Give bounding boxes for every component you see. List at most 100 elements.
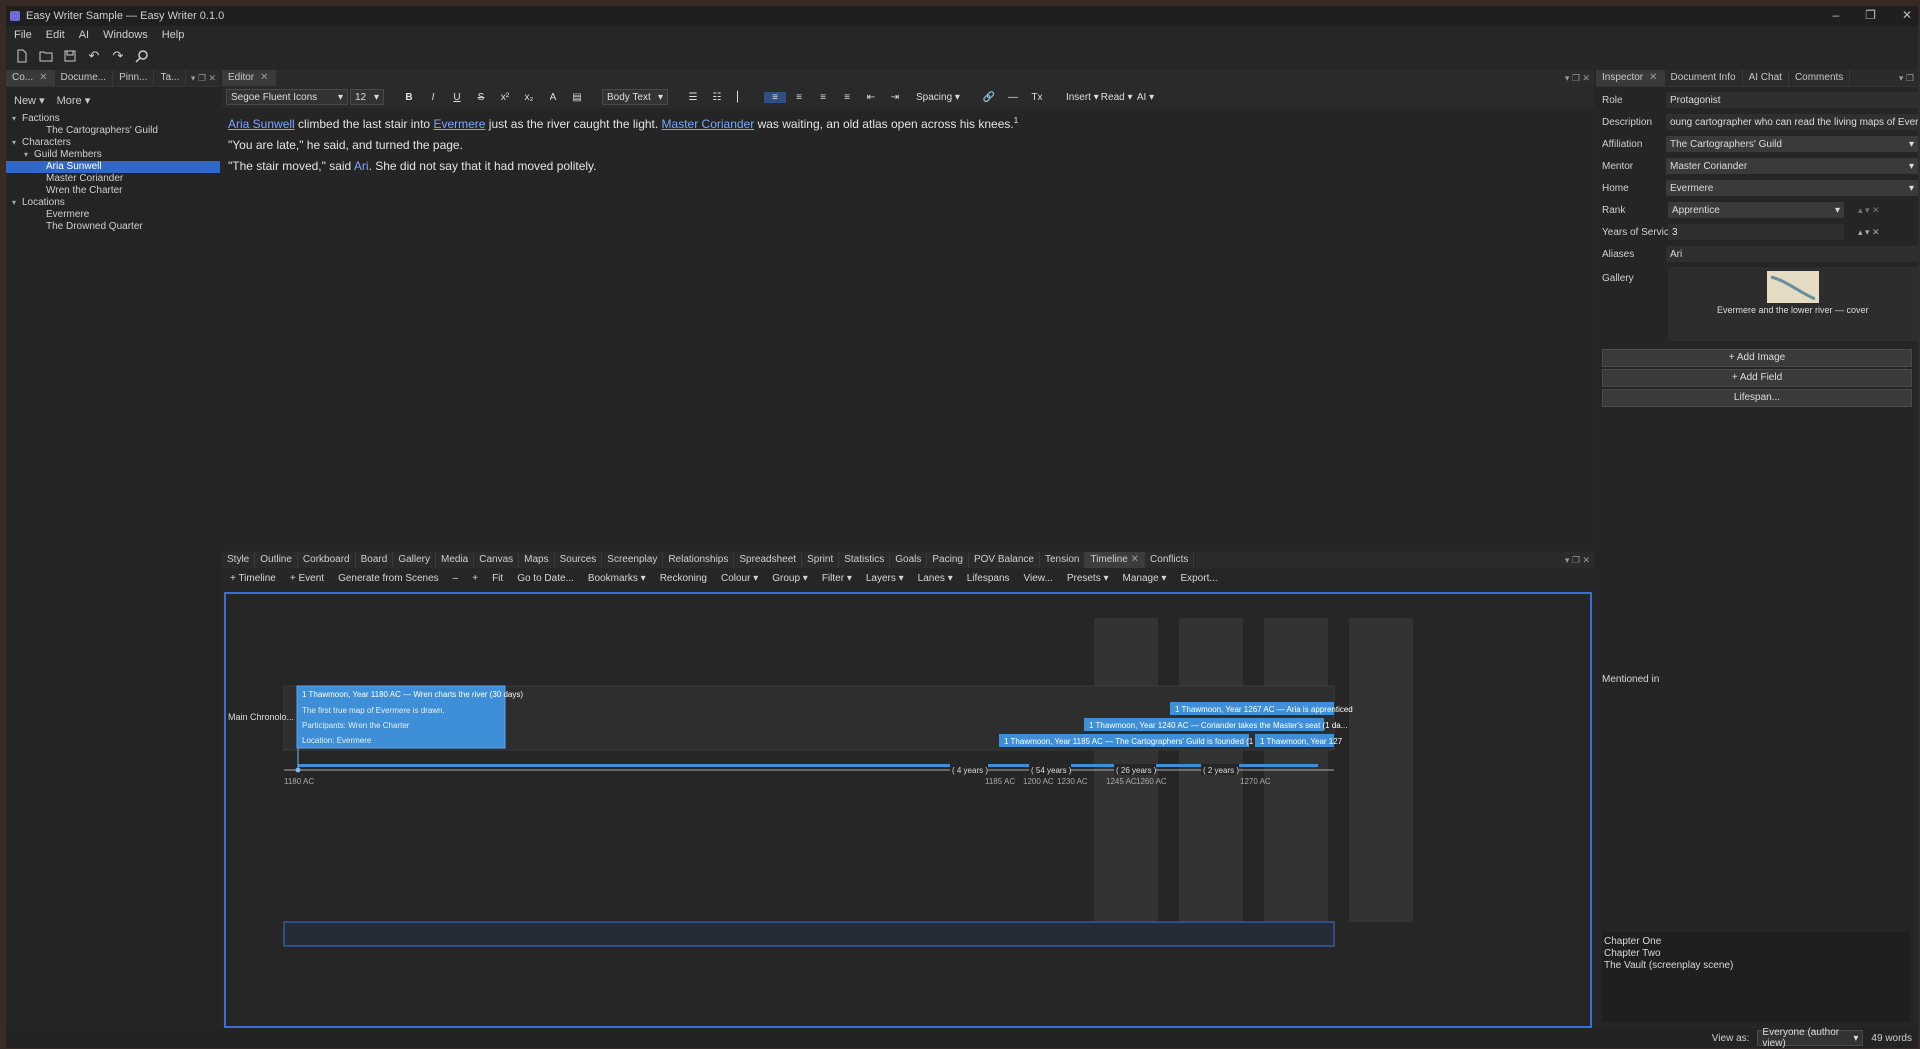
dock-controls-icon[interactable]: ▾ ❐ ✕ [191, 70, 220, 86]
character-link[interactable]: Ari [354, 159, 369, 173]
tab-statistics[interactable]: Statistics [839, 552, 891, 568]
tab-relationships[interactable]: Relationships [663, 552, 735, 568]
numbered-list-icon[interactable]: ☷ [706, 92, 728, 103]
mentor-select[interactable]: Master Coriander ▾ [1666, 158, 1918, 174]
gallery-thumbnail[interactable] [1766, 271, 1819, 303]
event-1270[interactable]: 1 Thawmoon, Year 127 [1255, 734, 1343, 747]
chevron-icon[interactable]: ▾ [12, 197, 22, 209]
aliases-input[interactable]: Ari [1666, 246, 1918, 262]
rank-select[interactable]: Apprentice ▾ [1668, 202, 1844, 218]
timeline-tool-button[interactable]: Bookmarks ▾ [588, 573, 646, 584]
home-select[interactable]: Evermere ▾ [1666, 180, 1918, 196]
tree-item[interactable]: Wren the Charter [6, 185, 220, 197]
tree-item[interactable]: Evermere [6, 209, 220, 221]
add-image-button[interactable]: + Add Image [1602, 349, 1912, 367]
event-1185[interactable]: 1 Thawmoon, Year 1185 AC — The Cartograp… [999, 734, 1271, 747]
menu-edit[interactable]: Edit [46, 29, 65, 41]
spacing-button[interactable]: Spacing ▾ [916, 92, 960, 103]
indent-icon[interactable]: ⇥ [884, 92, 906, 103]
close-icon[interactable]: ✕ [260, 72, 268, 83]
menu-help[interactable]: Help [162, 29, 185, 41]
blockquote-icon[interactable]: ▏ [730, 92, 752, 103]
size-select[interactable]: 12 ▾ [350, 89, 384, 105]
tab-spreadsheet[interactable]: Spreadsheet [734, 552, 803, 568]
list-item[interactable]: Chapter Two [1604, 948, 1908, 960]
bullet-list-icon[interactable]: ☰ [682, 92, 704, 103]
tab-outline[interactable]: Outline [255, 552, 298, 568]
read-button[interactable]: Read ▾ [1101, 92, 1133, 103]
character-link[interactable]: Aria Sunwell [228, 117, 295, 131]
link-icon[interactable]: 🔗 [978, 92, 1000, 103]
tab-inspector[interactable]: Inspector ✕ [1596, 70, 1665, 86]
tab-document-info[interactable]: Document Info [1665, 70, 1743, 86]
affiliation-select[interactable]: The Cartographers' Guild ▾ [1666, 136, 1918, 152]
open-folder-icon[interactable] [36, 46, 56, 66]
insert-button[interactable]: Insert ▾ [1066, 92, 1099, 103]
timeline-tool-button[interactable]: Manage ▾ [1123, 573, 1167, 584]
tab-style[interactable]: Style [222, 552, 256, 568]
redo-icon[interactable]: ↷ [108, 46, 128, 66]
timeline-canvas[interactable]: Main Chronolo... 1 Thawmoon, Year 1180 A… [224, 592, 1592, 1028]
text-color-icon[interactable]: A [542, 92, 564, 103]
list-item[interactable]: The Vault (screenplay scene) [1604, 960, 1908, 972]
timeline-tool-button[interactable]: + Timeline [230, 573, 276, 584]
align-center-icon[interactable]: ≡ [788, 92, 810, 103]
tree-item[interactable]: ▾ Factions [6, 113, 220, 125]
timeline-tool-button[interactable]: – [453, 573, 459, 584]
tab-documents[interactable]: Docume... [55, 70, 114, 86]
character-link[interactable]: Master Coriander [662, 117, 755, 131]
timeline-tool-button[interactable]: Presets ▾ [1067, 573, 1109, 584]
tree-item[interactable]: ▾ Guild Members [6, 149, 220, 161]
tab-gallery[interactable]: Gallery [393, 552, 436, 568]
outdent-icon[interactable]: ⇤ [860, 92, 882, 103]
timeline-tool-button[interactable]: Group ▾ [772, 573, 808, 584]
highlight-icon[interactable]: ▤ [566, 92, 588, 103]
save-icon[interactable] [60, 46, 80, 66]
tab-pov-balance[interactable]: POV Balance [969, 552, 1040, 568]
new-button[interactable]: New ▾ [14, 94, 45, 107]
tree-item[interactable]: The Drowned Quarter [6, 221, 220, 233]
minimize-button[interactable]: – [1832, 8, 1839, 22]
italic-button[interactable]: I [422, 92, 444, 103]
description-input[interactable]: oung cartographer who can read the livin… [1666, 114, 1918, 130]
lifespan-button[interactable]: Lifespan... [1602, 389, 1912, 407]
timeline-tool-button[interactable]: View... [1024, 573, 1053, 584]
align-left-icon[interactable]: ≡ [764, 91, 786, 103]
document-text[interactable]: Aria Sunwell climbed the last stair into… [222, 108, 1594, 179]
underline-button[interactable]: U [446, 92, 468, 103]
tree-item[interactable]: Master Coriander [6, 173, 220, 185]
clear-format-icon[interactable]: Tx [1026, 92, 1048, 103]
view-as-select[interactable]: Everyone (author view) ▾ [1757, 1027, 1864, 1048]
close-icon[interactable]: ✕ [1128, 554, 1139, 565]
tab-sprint[interactable]: Sprint [802, 552, 840, 568]
dock-controls-icon[interactable]: ▾ ❐ [1899, 70, 1918, 86]
tree-item[interactable]: The Cartographers' Guild [6, 125, 220, 137]
align-right-icon[interactable]: ≡ [812, 92, 834, 103]
chevron-icon[interactable]: ▾ [12, 113, 22, 125]
paragraph-style-select[interactable]: Body Text ▾ [602, 89, 668, 105]
menu-windows[interactable]: Windows [103, 29, 148, 41]
add-field-button[interactable]: + Add Field [1602, 369, 1912, 387]
footnote-marker[interactable]: 1 [1014, 116, 1018, 125]
scrubber-bar[interactable] [283, 921, 1335, 947]
timeline-tool-button[interactable]: Generate from Scenes [338, 573, 439, 584]
bold-button[interactable]: B [398, 92, 420, 103]
tab-maps[interactable]: Maps [519, 552, 555, 568]
close-icon[interactable]: ✕ [1649, 72, 1657, 83]
undo-icon[interactable]: ↶ [84, 46, 104, 66]
tab-tags[interactable]: Ta... [154, 70, 187, 86]
timeline-tool-button[interactable]: + Event [290, 573, 324, 584]
tab-board[interactable]: Board [356, 552, 394, 568]
tab-corkboard[interactable]: Corkboard [298, 552, 356, 568]
horizontal-rule-icon[interactable]: — [1002, 92, 1024, 103]
tab-editor[interactable]: Editor ✕ [222, 70, 276, 86]
timeline-tool-button[interactable]: Layers ▾ [866, 573, 904, 584]
tab-ai-chat[interactable]: AI Chat [1743, 70, 1789, 86]
event-1267[interactable]: 1 Thawmoon, Year 1267 AC — Aria is appre… [1170, 702, 1353, 715]
tab-conflicts[interactable]: Conflicts [1145, 552, 1195, 568]
tab-goals[interactable]: Goals [890, 552, 928, 568]
close-icon[interactable]: ✕ [39, 72, 47, 83]
main-event-card[interactable]: 1 Thawmoon, Year 1180 AC — Wren charts t… [296, 685, 523, 749]
close-button[interactable]: ✕ [1902, 8, 1912, 22]
tree-item[interactable]: ▾ Locations [6, 197, 220, 209]
